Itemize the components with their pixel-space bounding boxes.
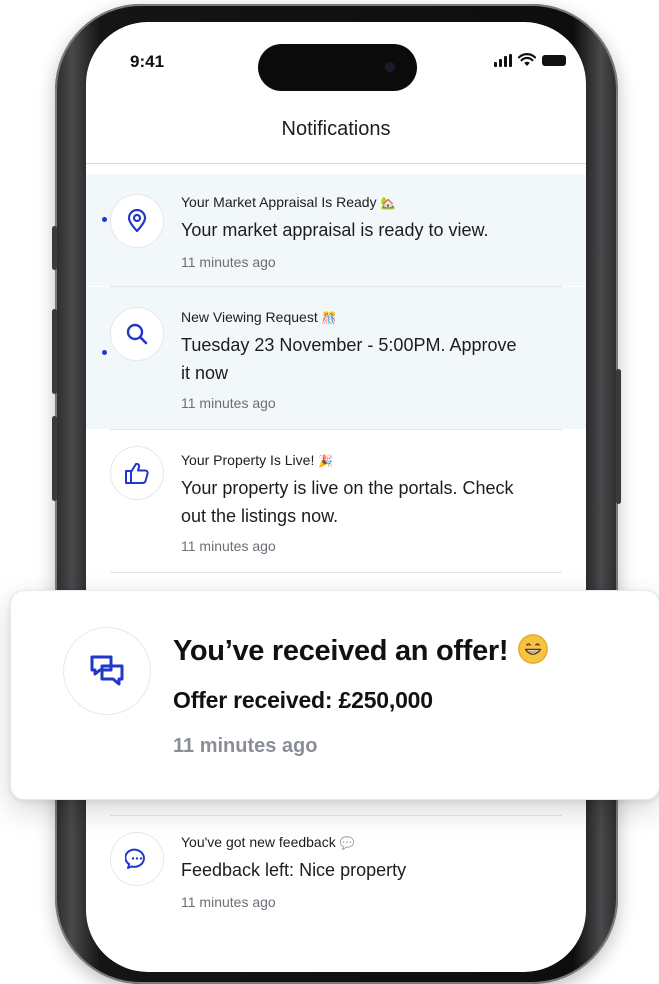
- phone-volume-down-button: [52, 416, 57, 501]
- card-icon-container: [63, 627, 151, 715]
- notification-icon-container: [110, 307, 164, 361]
- phone-power-button: [616, 369, 621, 504]
- notification-time: 11 minutes ago: [181, 538, 276, 554]
- notification-body-line: Your property is live on the portals. Ch…: [181, 478, 514, 498]
- phone-screen: 9:41 Notifications Your Market Appraisal…: [86, 22, 586, 972]
- status-bar: 9:41: [86, 22, 586, 102]
- signal-icon: [494, 53, 512, 67]
- notification-time: 11 minutes ago: [181, 254, 276, 270]
- notification-item[interactable]: New Viewing Request 🎊 Tuesday 23 Novembe…: [86, 287, 586, 429]
- wifi-icon: [518, 53, 536, 66]
- thumbs-up-icon: [125, 462, 149, 484]
- notification-icon-container: [110, 832, 164, 886]
- unread-dot: [102, 350, 107, 355]
- notification-body-line: out the listings now.: [181, 506, 339, 526]
- chat-bubbles-icon: [90, 655, 124, 686]
- header-divider: [86, 163, 586, 164]
- notification-item[interactable]: Your Property Is Live! 🎉 Your property i…: [86, 430, 586, 572]
- house-emoji-icon: 🏡: [380, 196, 396, 210]
- dynamic-island: [258, 44, 417, 91]
- search-icon: [126, 323, 148, 345]
- unread-dot: [102, 217, 107, 222]
- notification-body: Tuesday 23 November - 5:00PM. Approve it…: [181, 331, 561, 387]
- notification-body-line: it now: [181, 363, 229, 383]
- notification-body: Your property is live on the portals. Ch…: [181, 474, 561, 530]
- notification-title: Your Market Appraisal Is Ready 🏡: [181, 194, 396, 210]
- confetti-emoji-icon: 🎊: [321, 311, 337, 325]
- offer-notification-card[interactable]: You’ve received an offer! Offer received…: [10, 590, 659, 800]
- speech-bubble-emoji-icon: 💬: [339, 836, 355, 850]
- notification-time: 11 minutes ago: [181, 395, 276, 411]
- system-icons: [494, 52, 566, 68]
- party-popper-emoji-icon: 🎉: [318, 454, 334, 468]
- chat-bubble-icon: [125, 848, 145, 869]
- notification-title: New Viewing Request 🎊: [181, 309, 337, 325]
- notification-time: 11 minutes ago: [181, 894, 276, 910]
- location-pin-icon: [127, 209, 147, 233]
- notification-item[interactable]: Your Market Appraisal Is Ready 🏡 Your ma…: [86, 174, 586, 286]
- notification-title: You've got new feedback 💬: [181, 834, 355, 850]
- card-title: You’ve received an offer!: [173, 634, 549, 668]
- battery-icon: [542, 54, 566, 66]
- card-body: Offer received: £250,000: [173, 687, 433, 713]
- phone-volume-up-button: [52, 309, 57, 394]
- page-title: Notifications: [281, 118, 391, 140]
- notification-title: Your Property Is Live! 🎉: [181, 452, 334, 468]
- card-time: 11 minutes ago: [173, 735, 318, 757]
- phone-side-button: [52, 226, 57, 270]
- notification-item[interactable]: You've got new feedback 💬 Feedback left:…: [86, 816, 586, 926]
- status-time: 9:41: [130, 52, 165, 71]
- notification-icon-container: [110, 446, 164, 500]
- notification-body: Feedback left: Nice property: [181, 860, 407, 880]
- notification-body-line: Tuesday 23 November - 5:00PM. Approve: [181, 335, 517, 355]
- divider: [110, 572, 562, 573]
- notification-icon-container: [110, 194, 164, 248]
- grinning-face-icon: [518, 634, 549, 665]
- notification-body: Your market appraisal is ready to view.: [181, 220, 489, 240]
- camera-icon: [385, 62, 395, 72]
